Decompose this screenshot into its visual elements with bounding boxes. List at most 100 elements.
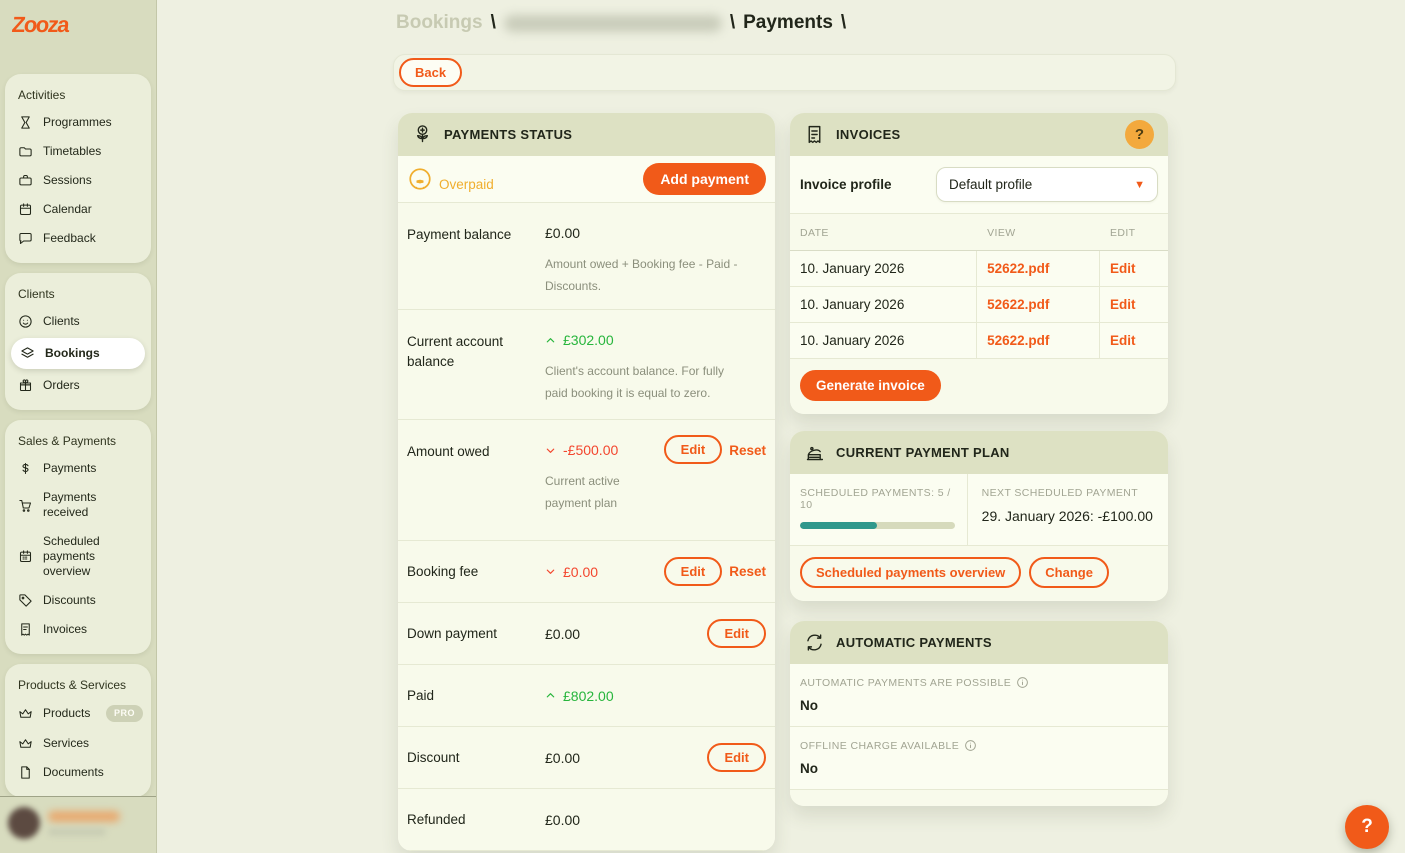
automatic-payments-possible-row: AUTOMATIC PAYMENTS ARE POSSIBLE No [790,664,1168,727]
row-value: £802.00 [563,688,614,704]
user-account[interactable] [0,796,156,853]
worried-face-icon [407,166,433,192]
sidebar-item-label: Payments received [43,490,143,520]
row-label: Down payment [407,603,545,664]
add-payment-button[interactable]: Add payment [643,163,766,195]
money-plant-icon [412,124,433,145]
row-current-account-balance: Current account balance £302.00 Client's… [398,310,775,420]
row-amount-owed: Amount owed -£500.00 Current active paym… [398,420,775,541]
row-payment-balance: Payment balance £0.00 Amount owed + Book… [398,203,775,310]
info-icon[interactable] [964,739,977,752]
scheduled-payments-cell: SCHEDULED PAYMENTS: 5 / 10 [790,474,968,545]
sidebar-item-label: Bookings [45,346,137,361]
row-description: Client's account balance. For fully paid… [545,360,741,404]
row-description: Amount owed + Booking fee - Paid - Disco… [545,253,741,297]
row-label: Refunded [407,789,545,850]
sidebar-item-clients[interactable]: Clients [5,307,151,336]
sidebar-item-scheduled-payments-overview[interactable]: Scheduled payments overview [5,527,151,586]
nav-group-clients: Clients Clients Bookings Orders [5,273,151,410]
trend-up-icon [545,335,556,346]
briefcase-icon [18,173,33,188]
generate-invoice-button[interactable]: Generate invoice [800,370,941,401]
invoice-profile-select[interactable]: Default profile ▼ [936,167,1158,202]
invoices-header: INVOICES ? [790,113,1168,156]
sidebar-item-timetables[interactable]: Timetables [5,137,151,166]
invoices-table: DATE VIEW EDIT 10. January 2026 52622.pd… [790,214,1168,359]
sidebar-item-calendar[interactable]: Calendar [5,195,151,224]
sidebar-item-invoices[interactable]: Invoices [5,615,151,644]
automatic-payments-possible-value: No [800,698,1158,713]
sidebar-nav: Activities Programmes Timetables Session… [0,44,156,796]
row-value: £302.00 [563,332,614,348]
sidebar-item-products[interactable]: Products PRO [5,698,151,729]
sidebar-item-documents[interactable]: Documents [5,758,151,787]
sidebar-item-label: Invoices [43,622,143,637]
reset-booking-fee-link[interactable]: Reset [729,564,766,579]
cart-icon [18,498,33,513]
invoice-date: 10. January 2026 [790,323,977,359]
crown-icon [18,736,33,751]
app-logo[interactable]: Zooza [0,0,156,44]
edit-booking-fee-button[interactable]: Edit [664,557,723,586]
app-logo-text: Zooza [11,12,70,38]
user-role-redacted [48,828,106,836]
edit-discount-button[interactable]: Edit [707,743,766,772]
chat-icon [18,231,33,246]
sidebar-item-label: Feedback [43,231,143,246]
breadcrumb-booking-name-redacted[interactable] [504,15,722,32]
sidebar-item-label: Programmes [43,115,143,130]
panel-title: INVOICES [836,127,1114,142]
automatic-payments-panel: AUTOMATIC PAYMENTS AUTOMATIC PAYMENTS AR… [790,621,1168,806]
invoice-pdf-link[interactable]: 52622.pdf [987,333,1049,348]
info-icon[interactable] [1016,676,1029,689]
invoice-edit-link[interactable]: Edit [1110,297,1136,312]
sidebar-item-services[interactable]: Services [5,729,151,758]
sidebar-item-programmes[interactable]: Programmes [5,108,151,137]
crown-icon [18,706,33,721]
change-plan-button[interactable]: Change [1029,557,1109,588]
invoice-pdf-link[interactable]: 52622.pdf [987,261,1049,276]
row-booking-fee: Booking fee £0.00 Edit Reset [398,541,775,603]
invoice-profile-label: Invoice profile [800,177,936,192]
edit-amount-owed-button[interactable]: Edit [664,435,723,464]
trend-down-icon [545,566,556,577]
cake-icon [804,442,825,463]
sidebar-item-discounts[interactable]: Discounts [5,586,151,615]
sidebar-item-label: Timetables [43,144,143,159]
pro-badge: PRO [106,705,143,722]
current-payment-plan-panel: CURRENT PAYMENT PLAN SCHEDULED PAYMENTS:… [790,431,1168,601]
reset-amount-owed-link[interactable]: Reset [729,443,766,458]
panel-title: PAYMENTS STATUS [444,127,761,142]
scheduled-payments-overview-button[interactable]: Scheduled payments overview [800,557,1021,588]
sidebar-item-orders[interactable]: Orders [5,371,151,400]
edit-down-payment-button[interactable]: Edit [707,619,766,648]
sidebar-item-label: Clients [43,314,143,329]
sidebar-item-label: Sessions [43,173,143,188]
sidebar-item-label: Discounts [43,593,143,608]
row-label: Payment balance [407,203,545,309]
payment-status-row: Overpaid Add payment [398,156,775,203]
sidebar-item-label: Calendar [43,202,143,217]
trend-up-icon [545,690,556,701]
avatar [8,807,40,839]
sidebar-item-payments-received[interactable]: Payments received [5,483,151,527]
sidebar-item-sessions[interactable]: Sessions [5,166,151,195]
row-label: Paid [407,665,545,726]
payment-plan-header: CURRENT PAYMENT PLAN [790,431,1168,474]
help-fab-button[interactable]: ? [1345,805,1389,849]
sidebar-item-payments[interactable]: Payments [5,454,151,483]
breadcrumb-bookings[interactable]: Bookings [396,12,483,34]
row-value: -£500.00 [563,442,618,458]
trend-down-icon [545,445,556,456]
nav-group-title: Sales & Payments [5,428,151,454]
sidebar-item-bookings[interactable]: Bookings [11,338,145,369]
invoices-help-button[interactable]: ? [1125,120,1154,149]
sidebar-item-feedback[interactable]: Feedback [5,224,151,253]
row-label: Discount [407,727,545,788]
sidebar-item-label: Services [43,736,143,751]
sidebar-item-label: Orders [43,378,143,393]
invoice-edit-link[interactable]: Edit [1110,333,1136,348]
back-button[interactable]: Back [399,58,462,87]
invoice-pdf-link[interactable]: 52622.pdf [987,297,1049,312]
invoice-edit-link[interactable]: Edit [1110,261,1136,276]
